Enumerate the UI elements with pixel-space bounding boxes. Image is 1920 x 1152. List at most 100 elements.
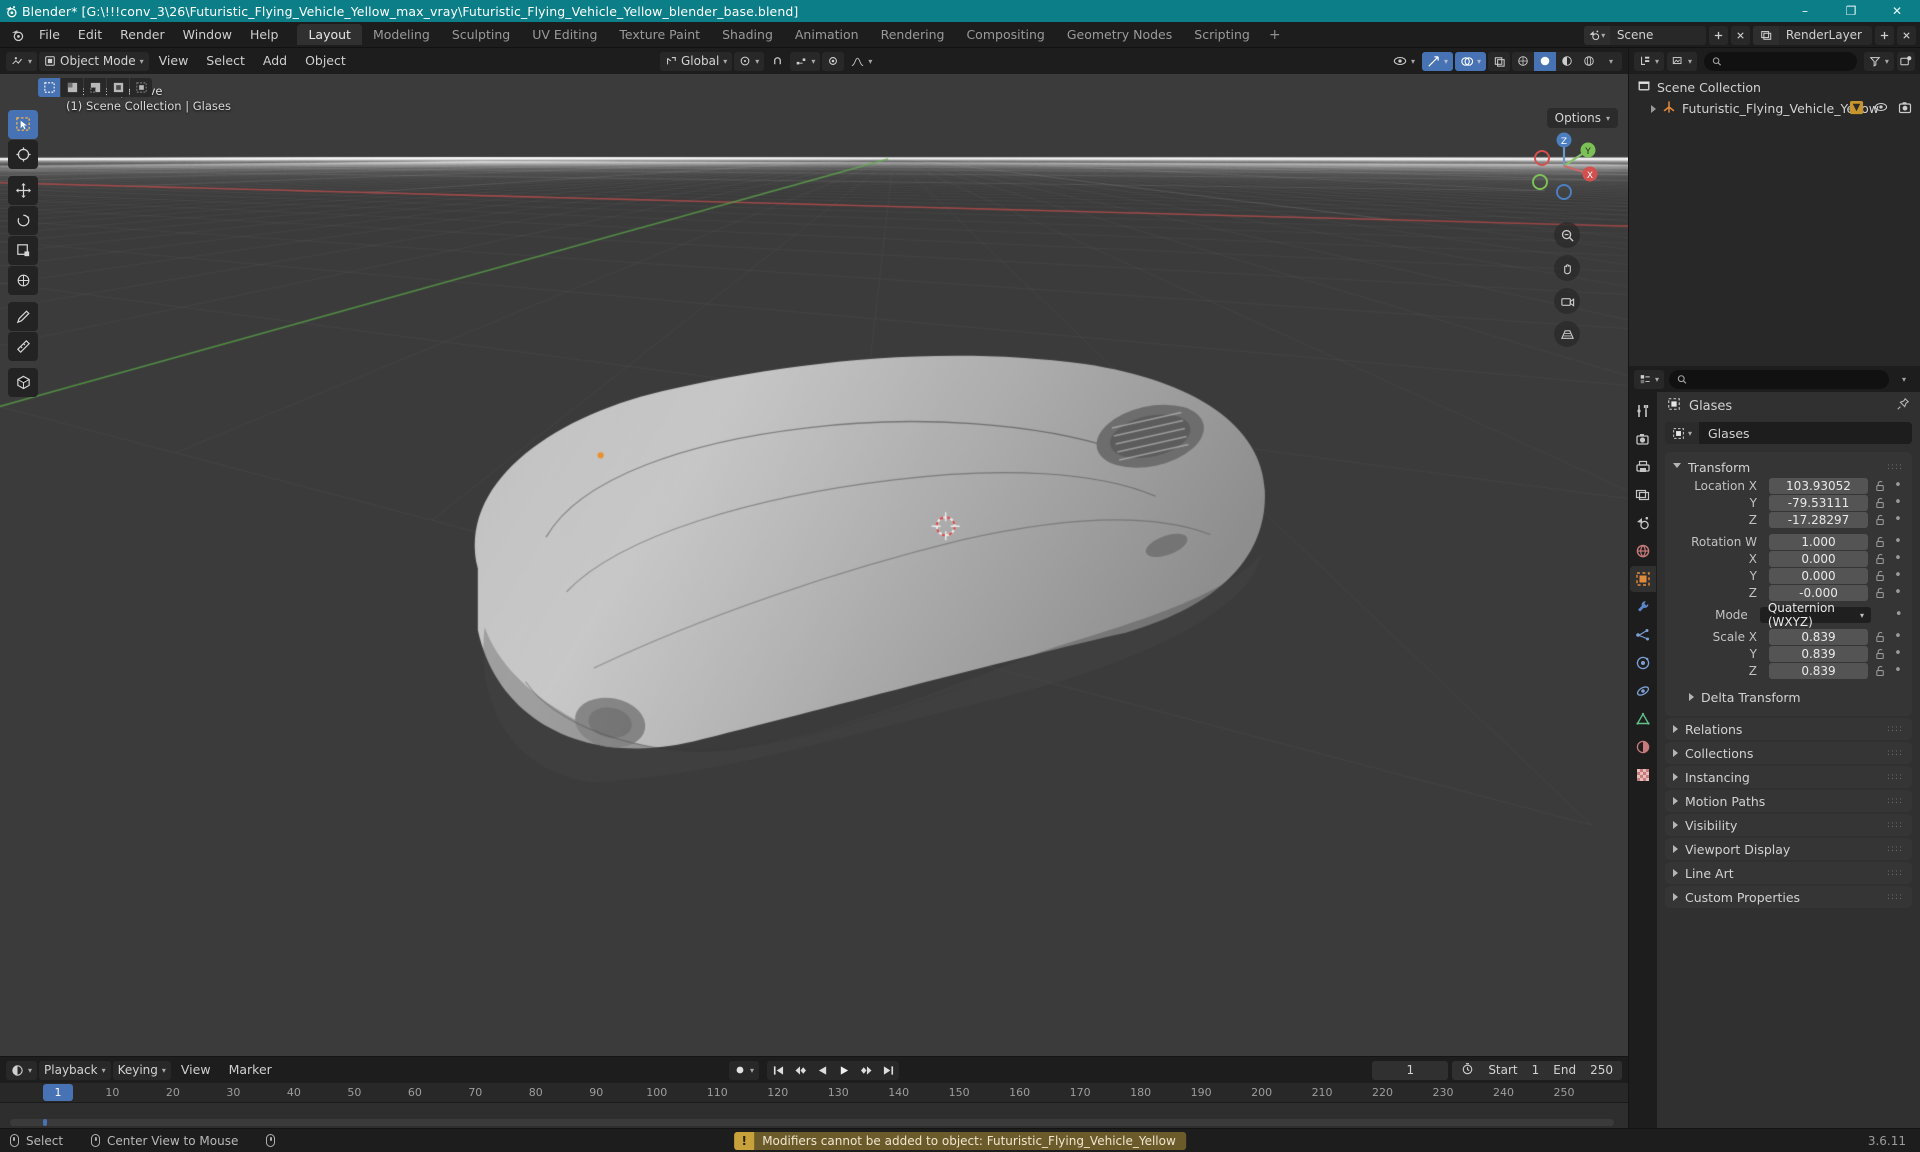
rotation-x-animate-dot[interactable]: • (1892, 552, 1904, 565)
object-mode-selector[interactable]: Object Mode ▾ (39, 51, 149, 71)
select-extend-icon[interactable] (61, 78, 83, 97)
workspace-tab-texture-paint[interactable]: Texture Paint (608, 24, 711, 45)
jump-to-end-icon[interactable] (877, 1061, 899, 1080)
delta-transform-panel[interactable]: Delta Transform (1681, 686, 1904, 708)
navigation-gizmo[interactable]: Z Y X (1522, 124, 1606, 208)
menu-edit[interactable]: Edit (69, 22, 111, 48)
proportional-editing-toggle[interactable] (822, 51, 845, 71)
panel-expand-icon[interactable] (1673, 821, 1678, 829)
properties-tab-render[interactable] (1630, 426, 1656, 452)
pin-icon[interactable] (1896, 397, 1910, 415)
prev-keyframe-icon[interactable] (789, 1061, 811, 1080)
tool-transform[interactable] (8, 266, 38, 295)
scale-y-value[interactable]: 0.839 (1769, 646, 1868, 662)
panel-expand-icon[interactable] (1673, 845, 1678, 853)
camera-view-icon[interactable] (1554, 288, 1580, 314)
properties-tab-particles[interactable] (1630, 622, 1656, 648)
viewport-menu-view[interactable]: View (151, 48, 197, 74)
menu-window[interactable]: Window (174, 22, 241, 48)
properties-search-field[interactable] (1691, 372, 1881, 386)
snap-settings-button[interactable]: ▾ (790, 51, 821, 71)
tool-rotate[interactable] (8, 206, 38, 235)
properties-tab-tool[interactable] (1630, 398, 1656, 424)
toggle-perspective-icon[interactable] (1554, 321, 1580, 347)
unlink-scene-button[interactable] (1730, 25, 1750, 45)
viewport-3d[interactable]: User Perspective (1) Scene Collection | … (0, 74, 1628, 1056)
timeline-body[interactable] (0, 1103, 1628, 1128)
outliner-row-object[interactable]: Futuristic_Flying_Vehicle_Yellow (1629, 98, 1920, 119)
remove-view-layer-button[interactable] (1897, 25, 1916, 45)
jump-to-start-icon[interactable] (767, 1061, 789, 1080)
rotation-w-animate-dot[interactable]: • (1892, 535, 1904, 548)
workspace-tab-layout[interactable]: Layout (297, 24, 362, 45)
location-z-lock-icon[interactable] (1872, 514, 1888, 526)
rotation-z-animate-dot[interactable]: • (1892, 586, 1904, 599)
panel-expand-icon[interactable] (1673, 893, 1678, 901)
workspace-tab-geometry-nodes[interactable]: Geometry Nodes (1056, 24, 1183, 45)
workspace-tab-uv-editing[interactable]: UV Editing (521, 24, 608, 45)
properties-tab-output[interactable] (1630, 454, 1656, 480)
select-intersect-icon[interactable] (130, 78, 152, 97)
current-frame-field[interactable]: 1 (1372, 1060, 1449, 1080)
timeline-menu-view[interactable]: View (173, 1057, 219, 1083)
tool-scale[interactable] (8, 236, 38, 265)
properties-tab-modifier[interactable] (1630, 594, 1656, 620)
auto-keying-toggle[interactable]: ▾ (728, 1060, 760, 1080)
disable-in-renders-icon[interactable] (1898, 101, 1912, 117)
scale-y-animate-dot[interactable]: • (1892, 647, 1904, 660)
zoom-view-icon[interactable] (1554, 222, 1580, 248)
transform-orientation-selector[interactable]: Global ▾ (660, 51, 733, 71)
scene-selector[interactable]: ▾ Scene (1583, 25, 1706, 45)
hide-in-viewport-icon[interactable] (1874, 101, 1888, 116)
properties-tab-world[interactable] (1630, 538, 1656, 564)
next-keyframe-icon[interactable] (855, 1061, 877, 1080)
collections-panel[interactable]: Collections :::: (1665, 742, 1912, 764)
transform-panel-header[interactable]: Transform :::: (1665, 456, 1912, 478)
properties-tab-texture[interactable] (1630, 762, 1656, 788)
tool-cursor[interactable] (8, 140, 38, 169)
select-set-icon[interactable] (38, 78, 60, 97)
outliner-filter-button[interactable]: ▾ (1863, 51, 1894, 71)
pan-view-icon[interactable] (1554, 255, 1580, 281)
rotation-mode-value[interactable]: Quaternion (WXYZ) ▾ (1759, 601, 1872, 629)
shading-solid-icon[interactable] (1534, 51, 1556, 71)
shading-rendered-icon[interactable] (1578, 52, 1600, 71)
visibility-panel[interactable]: Visibility :::: (1665, 814, 1912, 836)
snap-magnet-icon[interactable] (766, 52, 788, 71)
workspace-tab-shading[interactable]: Shading (711, 24, 784, 45)
location-z-value[interactable]: -17.28297 (1769, 512, 1868, 528)
add-view-layer-button[interactable] (1875, 25, 1894, 45)
scale-z-lock-icon[interactable] (1872, 665, 1888, 677)
outliner-search-input[interactable] (1704, 51, 1857, 71)
play-reverse-icon[interactable] (811, 1061, 833, 1080)
rotation-y-value[interactable]: 0.000 (1769, 568, 1868, 584)
panel-expand-icon[interactable] (1673, 462, 1681, 472)
xray-toggle-button[interactable] (1488, 51, 1510, 71)
properties-tab-scene[interactable] (1630, 510, 1656, 536)
location-x-animate-dot[interactable]: • (1892, 479, 1904, 492)
outliner-display-mode-button[interactable]: ▾ (1667, 51, 1698, 71)
rotation-x-lock-icon[interactable] (1872, 553, 1888, 565)
overlays-toggle-button[interactable]: ▾ (1454, 51, 1486, 71)
workspace-tab-rendering[interactable]: Rendering (870, 24, 956, 45)
viewport-display-panel[interactable]: Viewport Display :::: (1665, 838, 1912, 860)
scale-y-lock-icon[interactable] (1872, 648, 1888, 660)
maximize-button[interactable]: ❐ (1828, 0, 1874, 22)
scale-z-animate-dot[interactable]: • (1892, 664, 1904, 677)
panel-expand-icon[interactable] (1689, 693, 1694, 701)
properties-editor-type-button[interactable]: ▾ (1634, 369, 1665, 389)
scale-x-lock-icon[interactable] (1872, 631, 1888, 643)
location-z-animate-dot[interactable]: • (1892, 513, 1904, 526)
viewport-menu-object[interactable]: Object (297, 48, 354, 74)
timeline-menu-marker[interactable]: Marker (221, 1057, 280, 1083)
properties-tab-view-layer[interactable] (1630, 482, 1656, 508)
menu-file[interactable]: File (30, 22, 69, 48)
shading-wireframe-icon[interactable] (1512, 52, 1534, 71)
select-subtract-icon[interactable] (84, 78, 106, 97)
frame-range-fields[interactable]: Start 1 End 250 (1452, 1060, 1622, 1080)
menu-help[interactable]: Help (241, 22, 288, 48)
proportional-falloff-selector[interactable]: ▾ (846, 52, 877, 71)
panel-expand-icon[interactable] (1673, 797, 1678, 805)
rotation-w-value[interactable]: 1.000 (1769, 534, 1868, 550)
viewport-canvas[interactable] (0, 74, 1628, 1056)
